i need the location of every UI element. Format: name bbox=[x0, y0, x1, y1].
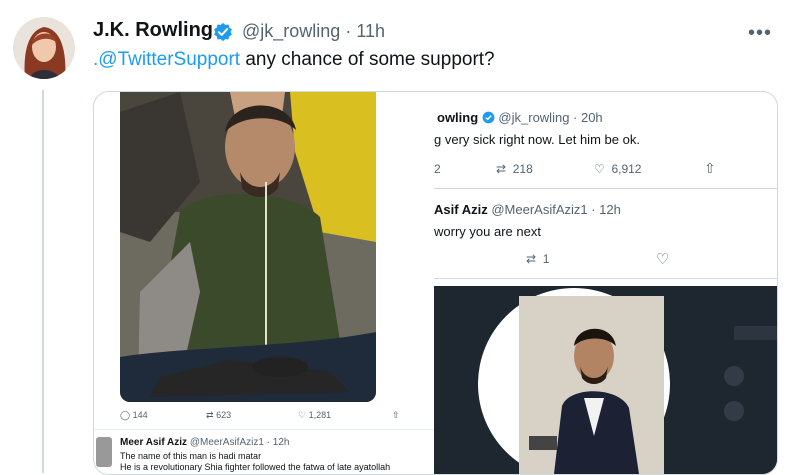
divider bbox=[94, 429, 434, 430]
heart-icon: ♡ bbox=[594, 162, 605, 176]
author-name[interactable]: J.K. Rowling bbox=[93, 19, 213, 42]
retweet-count: 1 bbox=[542, 252, 550, 266]
retweet-count: 623 bbox=[216, 410, 232, 420]
author-handle[interactable]: @jk_rowling · 11h bbox=[242, 21, 385, 42]
heart-icon: ♡ bbox=[298, 410, 307, 420]
embedded-author-name: owling bbox=[437, 110, 479, 125]
reply-line-1: The name of this man is hadi matar bbox=[120, 451, 262, 461]
verified-badge-icon bbox=[214, 22, 232, 42]
reply-author: Meer Asif Aziz @MeerAsifAziz1 · 12h bbox=[120, 437, 289, 448]
divider bbox=[434, 278, 777, 279]
avatar-image bbox=[13, 17, 75, 79]
embedded-like-stat: ♡ 6,912 bbox=[594, 162, 641, 176]
retweet-icon: ⇄ bbox=[496, 162, 507, 176]
left-retweet-stat: ⇄ 623 bbox=[206, 410, 231, 421]
like-count: 6,912 bbox=[611, 162, 642, 176]
attached-image[interactable]: ◯ 144 ⇄ 623 ♡ 1,281 ⇧ Meer Asif Aziz @Me… bbox=[93, 91, 778, 475]
embedded-tweet-text: g very sick right now. Let him be ok. bbox=[434, 132, 640, 147]
left-like-stat: ♡ 1,281 bbox=[298, 410, 331, 421]
embedded-reply-retweet-stat: ⇄ 1 bbox=[526, 252, 549, 266]
embedded-author: owling @jk_rowling · 20h bbox=[437, 110, 603, 125]
dark-background bbox=[434, 286, 777, 474]
right-screenshot: owling @jk_rowling · 20h g very sick rig… bbox=[434, 92, 777, 474]
retweet-icon: ⇄ bbox=[526, 252, 537, 266]
reply-author-handle: @MeerAsifAziz1 · 12h bbox=[189, 437, 290, 448]
thread-line bbox=[42, 90, 44, 473]
retweet-icon: ⇄ bbox=[206, 410, 214, 420]
separator: · bbox=[345, 21, 352, 41]
left-screenshot: ◯ 144 ⇄ 623 ♡ 1,281 ⇧ Meer Asif Aziz @Me… bbox=[94, 92, 434, 474]
timestamp[interactable]: 11h bbox=[356, 21, 385, 41]
heart-icon: ♡ bbox=[656, 251, 670, 268]
left-reply-stat: ◯ 144 bbox=[120, 410, 148, 421]
embedded-reply-text: worry you are next bbox=[434, 224, 541, 239]
share-icon: ⇧ bbox=[704, 160, 716, 176]
divider bbox=[434, 188, 777, 189]
reply-count: 144 bbox=[132, 410, 148, 420]
tweet-text: .@TwitterSupport any chance of some supp… bbox=[93, 49, 495, 71]
photo-man-crowd bbox=[120, 92, 376, 402]
reply-count: 2 bbox=[434, 162, 441, 176]
reply-icon: ◯ bbox=[120, 410, 131, 420]
retweet-count: 218 bbox=[512, 162, 533, 176]
embedded-reply-stat: 2 bbox=[434, 162, 441, 176]
embedded-reply-handle: @MeerAsifAziz1 · 12h bbox=[491, 202, 621, 217]
more-options-icon[interactable]: ••• bbox=[748, 22, 772, 45]
tweet-body: any chance of some support? bbox=[240, 49, 495, 70]
reply-avatar bbox=[96, 437, 112, 467]
reply-text: The name of this man is hadi matar He is… bbox=[120, 451, 420, 473]
reply-author-name: Meer Asif Aziz bbox=[120, 437, 188, 448]
avatar[interactable] bbox=[13, 17, 75, 79]
handle-text: @jk_rowling bbox=[242, 21, 341, 41]
share-icon: ⇧ bbox=[392, 410, 400, 420]
embedded-author-handle: @jk_rowling · 20h bbox=[498, 110, 603, 125]
embedded-reply-name: Asif Aziz bbox=[434, 202, 488, 217]
embedded-retweet-stat: ⇄ 218 bbox=[496, 162, 533, 176]
mention-link[interactable]: .@TwitterSupport bbox=[93, 49, 240, 70]
reply-line-2: He is a revolutionary Shia fighter follo… bbox=[120, 462, 391, 472]
verified-badge-icon bbox=[482, 111, 495, 124]
like-count: 1,281 bbox=[308, 410, 332, 420]
embedded-reply-author: Asif Aziz @MeerAsifAziz1 · 12h bbox=[434, 202, 621, 217]
